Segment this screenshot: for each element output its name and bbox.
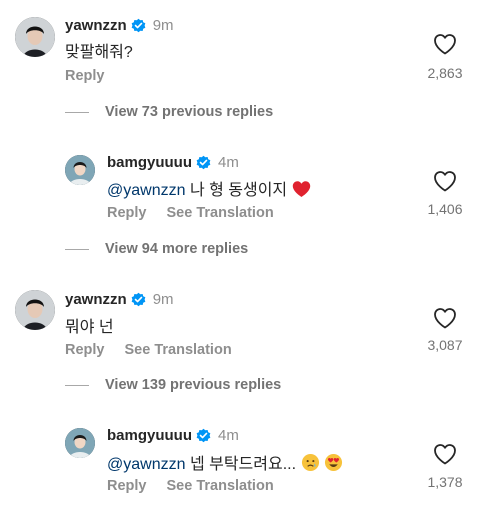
comment-text: @yawnzzn 넵 부탁드려요... <box>107 450 343 474</box>
comment-actions: Reply See Translation <box>107 205 274 221</box>
timestamp: 9m <box>152 17 174 34</box>
username[interactable]: bamgyuuuu 4m <box>107 427 239 444</box>
like-count: 3,087 <box>427 337 463 353</box>
timestamp: 4m <box>218 154 239 171</box>
heart-icon[interactable] <box>433 170 457 192</box>
heart-eyes-emoji-icon <box>324 453 343 472</box>
view-replies-label[interactable]: View 94 more replies <box>105 241 248 257</box>
comment-text: 맞팔해줘? <box>65 38 133 62</box>
reply-button[interactable]: Reply <box>107 478 147 494</box>
like-count: 2,863 <box>427 65 463 81</box>
red-heart-emoji-icon <box>292 181 310 197</box>
timestamp: 9m <box>152 291 174 308</box>
comment-text: 뭐야 넌 <box>65 313 114 337</box>
verified-badge-icon <box>196 428 211 443</box>
avatar[interactable] <box>15 17 55 57</box>
mention-link[interactable]: @yawnzzn <box>107 182 186 199</box>
avatar[interactable] <box>65 155 95 185</box>
username[interactable]: bamgyuuuu 4m <box>107 154 239 171</box>
thread-line <box>65 248 89 250</box>
timestamp: 4m <box>218 427 239 444</box>
view-more-replies-button[interactable]: View 94 more replies <box>65 241 248 257</box>
avatar[interactable] <box>65 428 95 458</box>
heart-icon[interactable] <box>433 307 457 329</box>
comment-actions: Reply <box>65 68 105 84</box>
username-text[interactable]: bamgyuuuu <box>107 154 192 171</box>
view-replies-label[interactable]: View 139 previous replies <box>105 377 281 393</box>
comment-body: 뭐야 넌 <box>65 319 114 336</box>
username[interactable]: yawnzzn 9m <box>65 17 174 34</box>
crying-face-emoji-icon <box>301 453 319 472</box>
username-text[interactable]: yawnzzn <box>65 291 127 308</box>
username[interactable]: yawnzzn 9m <box>65 291 174 308</box>
heart-icon[interactable] <box>433 443 457 465</box>
view-previous-replies-button[interactable]: View 73 previous replies <box>65 104 273 120</box>
see-translation-button[interactable]: See Translation <box>167 205 274 221</box>
like-count: 1,406 <box>427 201 463 217</box>
reply-button[interactable]: Reply <box>107 205 147 221</box>
verified-badge-icon <box>131 18 146 33</box>
view-replies-label[interactable]: View 73 previous replies <box>105 104 273 120</box>
avatar[interactable] <box>15 290 55 330</box>
view-previous-replies-button[interactable]: View 139 previous replies <box>65 377 281 393</box>
username-text[interactable]: bamgyuuuu <box>107 427 192 444</box>
comment-text: @yawnzzn 나 형 동생이지 <box>107 176 311 200</box>
reply-button[interactable]: Reply <box>65 68 105 84</box>
verified-badge-icon <box>196 155 211 170</box>
username-text[interactable]: yawnzzn <box>65 17 127 34</box>
comment-body: 넵 부탁드려요... <box>185 456 297 473</box>
comment-body: 맞팔해줘? <box>65 44 133 61</box>
comment-body: 나 형 동생이지 <box>185 182 288 199</box>
heart-icon[interactable] <box>433 33 457 55</box>
reply-button[interactable]: Reply <box>65 342 105 358</box>
verified-badge-icon <box>131 292 146 307</box>
like-count: 1,378 <box>427 474 463 490</box>
mention-link[interactable]: @yawnzzn <box>107 456 186 473</box>
see-translation-button[interactable]: See Translation <box>167 478 274 494</box>
see-translation-button[interactable]: See Translation <box>125 342 232 358</box>
comment-actions: Reply See Translation <box>65 342 232 358</box>
comment-actions: Reply See Translation <box>107 478 274 494</box>
thread-line <box>65 384 89 386</box>
thread-line <box>65 111 89 113</box>
